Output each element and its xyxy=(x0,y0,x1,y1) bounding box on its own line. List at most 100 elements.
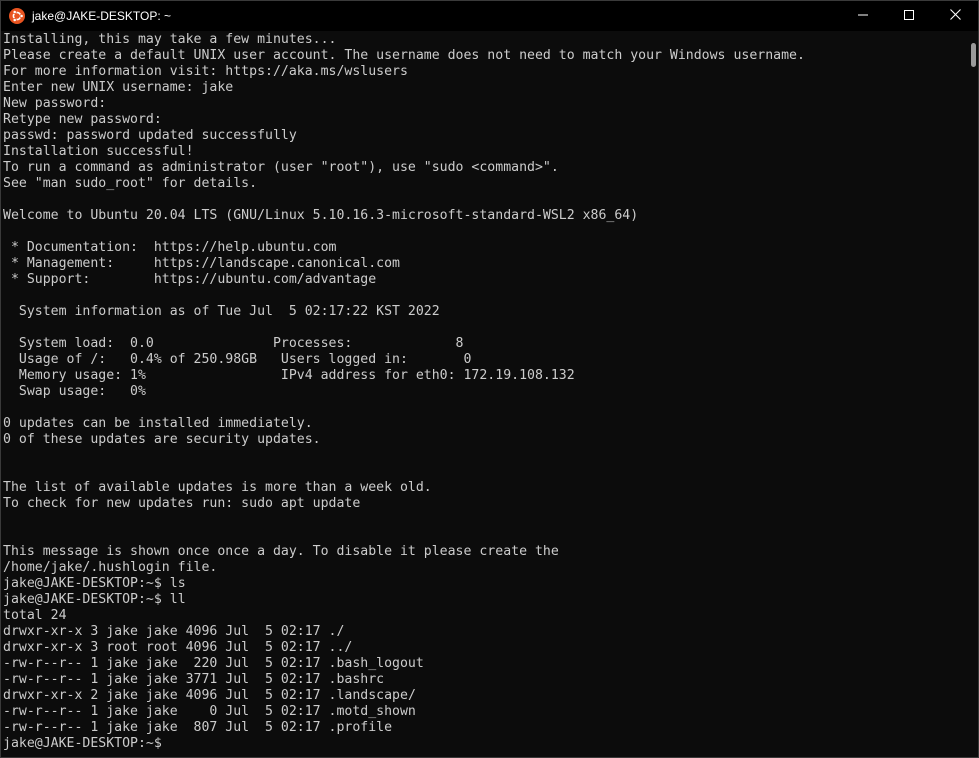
terminal-line: See "man sudo_root" for details. xyxy=(3,176,961,192)
output-text: The list of available updates is more th… xyxy=(3,480,432,495)
terminal-line: jake@JAKE-DESKTOP:~$ xyxy=(3,736,961,752)
terminal-line: System information as of Tue Jul 5 02:17… xyxy=(3,304,961,320)
output-text: * Management: https://landscape.canonica… xyxy=(3,256,400,271)
terminal-line: jake@JAKE-DESKTOP:~$ ll xyxy=(3,592,961,608)
terminal-line: drwxr-xr-x 2 jake jake 4096 Jul 5 02:17 … xyxy=(3,688,961,704)
output-text: Installation successful! xyxy=(3,144,194,159)
terminal-line: Memory usage: 1% IPv4 address for eth0: … xyxy=(3,368,961,384)
output-text: -rw-r--r-- 1 jake jake 0 Jul 5 02:17 .mo… xyxy=(3,704,416,719)
output-text: System load: 0.0 Processes: 8 xyxy=(3,336,464,351)
terminal-line: -rw-r--r-- 1 jake jake 807 Jul 5 02:17 .… xyxy=(3,720,961,736)
terminal-line: Welcome to Ubuntu 20.04 LTS (GNU/Linux 5… xyxy=(3,208,961,224)
minimize-button[interactable] xyxy=(840,1,886,31)
title-bar[interactable]: jake@JAKE-DESKTOP: ~ xyxy=(1,1,978,31)
output-text: Memory usage: 1% IPv4 address for eth0: … xyxy=(3,368,575,383)
output-text: 0 updates can be installed immediately. xyxy=(3,416,313,431)
terminal-line: Usage of /: 0.4% of 250.98GB Users logge… xyxy=(3,352,961,368)
output-text: -rw-r--r-- 1 jake jake 807 Jul 5 02:17 .… xyxy=(3,720,393,735)
terminal-line: * Support: https://ubuntu.com/advantage xyxy=(3,272,961,288)
output-text: Please create a default UNIX user accoun… xyxy=(3,48,805,63)
output-text: Enter new UNIX username: jake xyxy=(3,80,234,95)
ubuntu-icon[interactable] xyxy=(9,8,25,24)
output-text: drwxr-xr-x 2 jake jake 4096 Jul 5 02:17 xyxy=(3,688,329,703)
output-text: 0 of these updates are security updates. xyxy=(3,432,321,447)
prompt-text: jake@JAKE-DESKTOP: xyxy=(3,592,146,607)
terminal-line: -rw-r--r-- 1 jake jake 3771 Jul 5 02:17 … xyxy=(3,672,961,688)
terminal-line: -rw-r--r-- 1 jake jake 220 Jul 5 02:17 .… xyxy=(3,656,961,672)
output-text: -rw-r--r-- 1 jake jake 220 Jul 5 02:17 .… xyxy=(3,656,424,671)
output-text: * Documentation: https://help.ubuntu.com xyxy=(3,240,337,255)
output-text: $ ls xyxy=(153,576,186,591)
output-text: To run a command as administrator (user … xyxy=(3,160,559,175)
output-text: Installing, this may take a few minutes.… xyxy=(3,32,337,47)
terminal-line: passwd: password updated successfully xyxy=(3,128,961,144)
terminal-line: New password: xyxy=(3,96,961,112)
terminal-line: 0 of these updates are security updates. xyxy=(3,432,961,448)
output-text: drwxr-xr-x 3 jake jake 4096 Jul 5 02:17 xyxy=(3,624,329,639)
terminal-line: drwxr-xr-x 3 jake jake 4096 Jul 5 02:17 … xyxy=(3,624,961,640)
output-text: ~ xyxy=(145,736,154,751)
window-title: jake@JAKE-DESKTOP: ~ xyxy=(32,9,172,23)
terminal-line: For more information visit: https://aka.… xyxy=(3,64,961,80)
output-text: To check for new updates run: sudo apt u… xyxy=(3,496,361,511)
output-text: ~ xyxy=(145,576,154,591)
directory-name: ./ xyxy=(328,624,345,639)
prompt-text: jake@JAKE-DESKTOP: xyxy=(3,576,146,591)
output-text: / xyxy=(407,688,416,703)
close-button[interactable] xyxy=(932,1,978,31)
prompt-text: jake@JAKE-DESKTOP: xyxy=(3,736,146,751)
output-text: ~ xyxy=(145,592,154,607)
terminal-line: Swap usage: 0% xyxy=(3,384,961,400)
terminal-line: * Documentation: https://help.ubuntu.com xyxy=(3,240,961,256)
directory-name: .landscape xyxy=(328,688,408,703)
output-text: For more information visit: https://aka.… xyxy=(3,64,408,79)
output-text: $ xyxy=(153,736,170,751)
output-text: System information as of Tue Jul 5 02:17… xyxy=(3,304,440,319)
output-text: $ ll xyxy=(153,592,186,607)
terminal-line: Retype new password: xyxy=(3,112,961,128)
output-text: * Support: https://ubuntu.com/advantage xyxy=(3,272,377,287)
output-text: Swap usage: 0% xyxy=(3,384,146,399)
output-text: Usage of /: 0.4% of 250.98GB Users logge… xyxy=(3,352,472,367)
output-text: /home/jake/.hushlogin file. xyxy=(3,560,218,575)
output-text: This message is shown once once a day. T… xyxy=(3,544,559,559)
output-text: total 24 xyxy=(3,608,67,623)
output-text: Welcome to Ubuntu 20.04 LTS (GNU/Linux 5… xyxy=(3,208,639,223)
terminal-line: Installation successful! xyxy=(3,144,961,160)
terminal-line: System load: 0.0 Processes: 8 xyxy=(3,336,961,352)
terminal-line: drwxr-xr-x 3 root root 4096 Jul 5 02:17 … xyxy=(3,640,961,656)
window-controls xyxy=(840,1,978,31)
terminal-line: * Management: https://landscape.canonica… xyxy=(3,256,961,272)
output-text: -rw-r--r-- 1 jake jake 3771 Jul 5 02:17 … xyxy=(3,672,385,687)
terminal-line: The list of available updates is more th… xyxy=(3,480,961,496)
terminal-line: To run a command as administrator (user … xyxy=(3,160,961,176)
terminal-line: Please create a default UNIX user accoun… xyxy=(3,48,961,64)
terminal-window: jake@JAKE-DESKTOP: ~ Installing, this ma… xyxy=(0,0,979,758)
terminal-output[interactable]: Installing, this may take a few minutes.… xyxy=(3,32,961,756)
output-text: drwxr-xr-x 3 root root 4096 Jul 5 02:17 xyxy=(3,640,329,655)
output-text: See "man sudo_root" for details. xyxy=(3,176,258,191)
terminal-line: total 24 xyxy=(3,608,961,624)
terminal-line: /home/jake/.hushlogin file. xyxy=(3,560,961,576)
terminal-line: Installing, this may take a few minutes.… xyxy=(3,32,961,48)
terminal-line: To check for new updates run: sudo apt u… xyxy=(3,496,961,512)
terminal-line: Enter new UNIX username: jake xyxy=(3,80,961,96)
scrollbar-thumb[interactable] xyxy=(971,43,976,67)
directory-name: ../ xyxy=(328,640,353,655)
maximize-button[interactable] xyxy=(886,1,932,31)
maximize-icon xyxy=(904,7,914,25)
terminal-line: 0 updates can be installed immediately. xyxy=(3,416,961,432)
output-text: New password: xyxy=(3,96,107,111)
output-text: passwd: password updated successfully xyxy=(3,128,297,143)
terminal-line: jake@JAKE-DESKTOP:~$ ls xyxy=(3,576,961,592)
terminal-line: -rw-r--r-- 1 jake jake 0 Jul 5 02:17 .mo… xyxy=(3,704,961,720)
